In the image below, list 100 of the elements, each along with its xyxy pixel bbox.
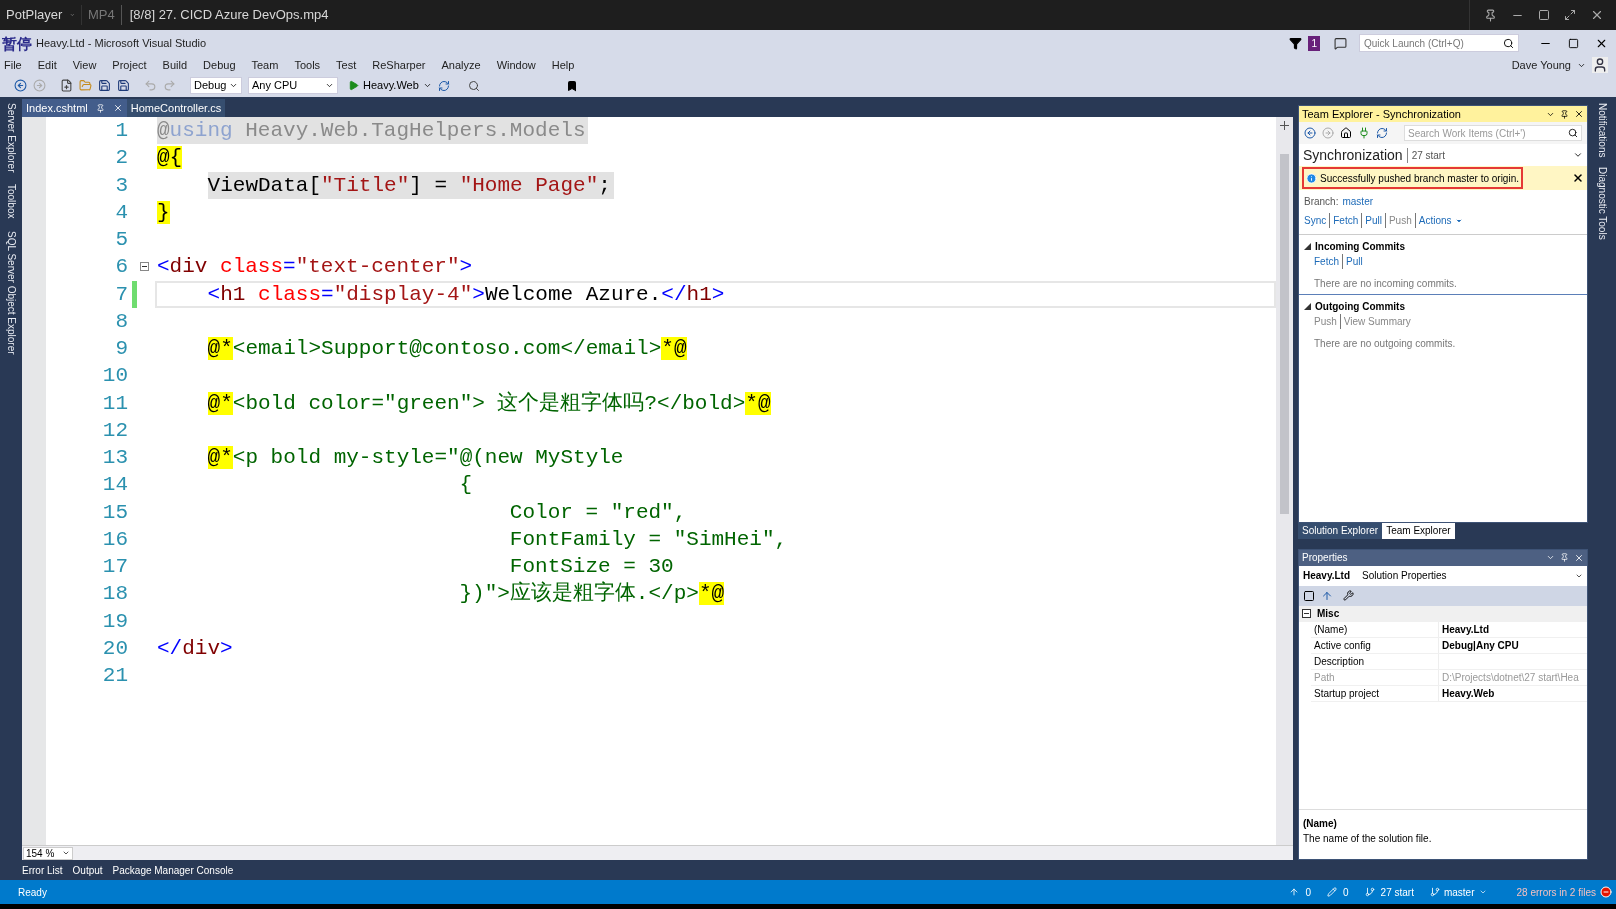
- collapse-icon[interactable]: [1302, 609, 1311, 619]
- platform-dropdown[interactable]: Any CPU: [248, 77, 338, 94]
- menu-item[interactable]: Project: [106, 56, 153, 74]
- zoom-dropdown[interactable]: 154 %: [23, 846, 74, 860]
- tool-window-tab[interactable]: Error List: [22, 862, 63, 878]
- collapse-icon[interactable]: [140, 262, 149, 272]
- tool-window-tab[interactable]: Diagnostic Tools: [1594, 167, 1610, 241]
- new-project-icon[interactable]: [60, 79, 73, 92]
- menu-item[interactable]: Debug: [197, 56, 242, 74]
- line-number: 15: [101, 501, 128, 523]
- bookmark-icon[interactable]: [565, 79, 578, 92]
- panel-tab[interactable]: Team Explorer: [1382, 523, 1455, 539]
- pin-icon[interactable]: [1560, 553, 1569, 563]
- code-line: @*<email>Support@contoso.com</email>*@: [206, 336, 688, 363]
- pin-icon[interactable]: [1560, 109, 1569, 119]
- home-icon[interactable]: [1340, 127, 1352, 139]
- plug-icon[interactable]: [1358, 127, 1370, 139]
- section-link[interactable]: Fetch: [1314, 254, 1339, 269]
- status-text: Ready: [18, 885, 47, 900]
- panel-tab[interactable]: Solution Explorer: [1298, 523, 1383, 539]
- maximize-icon[interactable]: [1538, 9, 1550, 21]
- back-icon[interactable]: [1304, 127, 1316, 139]
- close-icon[interactable]: [1590, 8, 1604, 22]
- branch-context: 27 start: [1406, 147, 1445, 163]
- line-number: 21: [101, 665, 128, 687]
- tool-window-tab[interactable]: SQL Server Object Explorer: [3, 230, 19, 355]
- search-field[interactable]: Search Work Items (Ctrl+'): [1404, 125, 1582, 141]
- media-format: MP4: [87, 6, 116, 25]
- change-count[interactable]: 0: [1327, 884, 1349, 900]
- caret-icon: [62, 849, 71, 857]
- feedback-filter-icon[interactable]: [1289, 36, 1303, 50]
- line-number: 16: [101, 528, 128, 550]
- notification-count-badge[interactable]: 1: [1308, 35, 1320, 51]
- pencil-icon: [1327, 887, 1338, 897]
- run-button[interactable]: Heavy.Web: [348, 77, 432, 94]
- refresh-icon[interactable]: [437, 79, 450, 92]
- restore-icon[interactable]: [1568, 37, 1579, 49]
- avatar-silhouette-icon[interactable]: [1592, 57, 1608, 73]
- code-line: ViewData["Title"] = "Home Page";: [155, 171, 1276, 199]
- save-all-icon[interactable]: [117, 79, 130, 92]
- document-tab[interactable]: HomeController.cs: [126, 99, 226, 117]
- object-selector[interactable]: Heavy.Ltd Solution Properties: [1299, 565, 1587, 586]
- refresh-icon[interactable]: [1376, 127, 1388, 139]
- vertical-scrollbar[interactable]: [1276, 117, 1293, 845]
- configuration-dropdown[interactable]: Debug: [190, 77, 242, 94]
- repository-indicator[interactable]: 27 start: [1364, 884, 1414, 900]
- menu-item[interactable]: Analyze: [435, 56, 487, 74]
- action-link[interactable]: Pull: [1365, 213, 1382, 228]
- close-icon[interactable]: [1574, 109, 1584, 119]
- wrench-icon[interactable]: [1343, 590, 1354, 602]
- property-value[interactable]: Debug|Any CPU: [1439, 637, 1522, 653]
- player-menu-button[interactable]: PotPlayer: [0, 5, 82, 25]
- close-icon[interactable]: [1572, 172, 1584, 184]
- menu-item[interactable]: Edit: [31, 56, 63, 74]
- split-icon[interactable]: [1280, 121, 1289, 130]
- action-link[interactable]: Fetch: [1333, 213, 1359, 228]
- menu-item[interactable]: Tools: [288, 56, 327, 74]
- line-number: 2: [114, 147, 128, 169]
- action-link[interactable]: Sync: [1304, 213, 1327, 228]
- tool-window-tab[interactable]: Package Manager Console: [112, 862, 234, 878]
- menu-item[interactable]: Build: [156, 56, 194, 74]
- branch-indicator[interactable]: master: [1429, 884, 1487, 900]
- expand-triangle-icon[interactable]: [1304, 303, 1311, 310]
- fullscreen-icon[interactable]: [1564, 9, 1576, 21]
- expand-triangle-icon[interactable]: [1304, 243, 1311, 250]
- pin-icon[interactable]: [1484, 8, 1497, 22]
- document-tab[interactable]: Index.cshtml: [22, 99, 127, 117]
- menu-item[interactable]: File: [0, 56, 28, 74]
- menu-item[interactable]: Window: [490, 56, 542, 74]
- back-icon[interactable]: [14, 79, 27, 92]
- quick-launch-field[interactable]: Quick Launch (Ctrl+Q): [1359, 34, 1519, 52]
- tool-window-tab[interactable]: Notifications: [1594, 103, 1610, 158]
- feedback-icon[interactable]: [1334, 36, 1347, 50]
- tool-window-tab[interactable]: Server Explorer: [3, 103, 19, 173]
- menu-item[interactable]: View: [66, 56, 103, 74]
- caret-icon: [325, 81, 334, 90]
- property-name: Description: [1311, 653, 1439, 669]
- line-number: 3: [114, 174, 128, 196]
- menu-item[interactable]: Help: [545, 56, 581, 74]
- user-name[interactable]: Dave Young: [1511, 56, 1571, 74]
- section-link[interactable]: Pull: [1342, 254, 1363, 269]
- save-icon[interactable]: [98, 79, 111, 92]
- arrow-up-icon: [1289, 887, 1300, 897]
- push-count[interactable]: 0: [1289, 884, 1312, 900]
- section-title[interactable]: Incoming Commits: [1315, 239, 1405, 254]
- tool-window-tab[interactable]: Output: [72, 862, 103, 878]
- caret-icon[interactable]: [1573, 150, 1583, 160]
- find-icon[interactable]: [467, 79, 480, 92]
- property-value[interactable]: Heavy.Web: [1439, 685, 1498, 701]
- menu-item[interactable]: Team: [245, 56, 285, 74]
- pin-icon[interactable]: [95, 103, 105, 113]
- tool-window-tab[interactable]: Toolbox: [3, 184, 19, 219]
- branch-link[interactable]: master: [1342, 194, 1374, 209]
- property-value[interactable]: Heavy.Ltd: [1439, 621, 1493, 637]
- menu-item[interactable]: ReSharper: [366, 56, 432, 74]
- menu-item[interactable]: Test: [330, 56, 363, 74]
- section-title[interactable]: Outgoing Commits: [1315, 299, 1405, 314]
- code-line: })">应该是粗字体.</p>*@: [458, 580, 726, 608]
- window-title: Heavy.Ltd - Microsoft Visual Studio: [36, 35, 207, 51]
- actions-menu[interactable]: Actions: [1418, 213, 1463, 228]
